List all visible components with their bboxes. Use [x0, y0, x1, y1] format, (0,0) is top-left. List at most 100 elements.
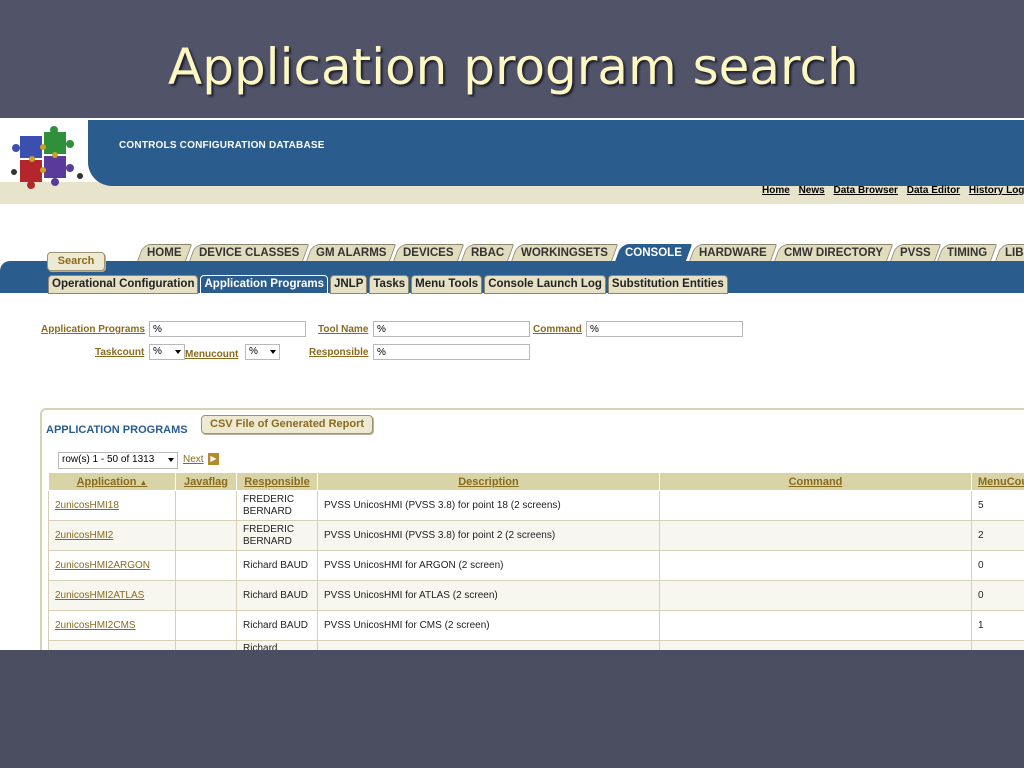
tab-pvss[interactable]: PVSS	[889, 244, 941, 262]
cell-javaflag	[175, 550, 237, 581]
cell-application[interactable]: 2unicosHMI2CMS	[48, 610, 176, 641]
cell-description: PVSS UnicosHMI for ATLAS (2 screen)	[317, 580, 660, 611]
search-button[interactable]: Search	[47, 252, 105, 271]
link-news[interactable]: News	[799, 185, 825, 196]
next-arrow-icon[interactable]: ▶	[208, 453, 219, 465]
cell-menucount: 0	[971, 550, 1024, 581]
table-row: 2unicosHMI2ARGON Richard BAUD PVSS Unico…	[48, 550, 1024, 581]
subtab-application-programs[interactable]: Application Programs	[200, 275, 328, 294]
tab-timing[interactable]: TIMING	[936, 244, 998, 262]
link-home[interactable]: Home	[762, 185, 790, 196]
subtab-substitution-entities[interactable]: Substitution Entities	[607, 275, 728, 294]
link-history-log[interactable]: History Log	[969, 185, 1024, 196]
link-data-browser[interactable]: Data Browser	[833, 185, 897, 196]
next-page-link[interactable]: Next	[183, 454, 204, 465]
tab-rbac[interactable]: RBAC	[460, 244, 515, 262]
chevron-down-icon	[168, 458, 174, 462]
menucount-label[interactable]: Menucount	[185, 349, 238, 360]
taskcount-label[interactable]: Taskcount	[95, 347, 144, 358]
cell-command	[659, 640, 972, 650]
cell-responsible: FREDERIC BERNARD	[236, 490, 318, 521]
tab-hardware[interactable]: HARDWARE	[688, 244, 777, 262]
report-title: APPLICATION PROGRAMS	[46, 424, 188, 436]
cell-responsible: FREDERIC BERNARD	[236, 520, 318, 551]
subtab-menu-tools[interactable]: Menu Tools	[411, 275, 483, 294]
cell-command	[659, 490, 972, 521]
cell-responsible: Richard BAUD	[236, 580, 318, 611]
cell-application[interactable]: 2unicosHMI2ARGON	[48, 550, 176, 581]
tab-devices[interactable]: DEVICES	[393, 244, 465, 262]
column-header-application[interactable]: Application ▲	[48, 472, 176, 491]
application-programs-input[interactable]	[149, 321, 306, 337]
command-input[interactable]	[586, 321, 743, 337]
cell-responsible: Richard	[236, 640, 318, 650]
tab-device-classes[interactable]: DEVICE CLASSES	[188, 244, 310, 262]
tab-console[interactable]: CONSOLE	[614, 244, 693, 262]
cell-menucount: 2	[971, 520, 1024, 551]
cell-command	[659, 550, 972, 581]
slide-title: Application program search	[168, 38, 859, 96]
menucount-value: %	[249, 346, 258, 357]
top-links: Home News Data Browser Data Editor Histo…	[762, 185, 1024, 196]
header-bar	[88, 120, 1024, 186]
cell-description: PVSS UnicosHMI (PVSS 3.8) for point 18 (…	[317, 490, 660, 521]
browser-screenshot: CONTROLS CONFIGURATION DATABASE Home New…	[0, 118, 1024, 650]
cell-menucount	[971, 640, 1024, 650]
tab-workingsets[interactable]: WORKINGSETS	[510, 244, 619, 262]
cell-responsible: Richard BAUD	[236, 610, 318, 641]
table-row: Richard	[48, 640, 1024, 650]
subtab-jnlp[interactable]: JNLP	[329, 275, 368, 294]
table-row: 2unicosHMI2ATLAS Richard BAUD PVSS Unico…	[48, 580, 1024, 611]
cell-javaflag	[175, 610, 237, 641]
sub-tabs: Operational Configuration Application Pr…	[48, 275, 730, 294]
cell-application[interactable]: 2unicosHMI2	[48, 520, 176, 551]
link-data-editor[interactable]: Data Editor	[907, 185, 960, 196]
puzzle-logo-icon	[11, 126, 83, 189]
responsible-label[interactable]: Responsible	[309, 347, 368, 358]
taskcount-select[interactable]: %	[149, 344, 185, 360]
sort-ascending-icon: ▲	[139, 477, 148, 487]
cell-javaflag	[175, 640, 237, 650]
column-header-menucount[interactable]: MenuCou	[971, 472, 1024, 491]
main-tabs: HOME DEVICE CLASSES GM ALARMS DEVICES RB…	[136, 244, 1024, 262]
chevron-down-icon	[175, 350, 181, 354]
subtab-operational-configuration[interactable]: Operational Configuration	[48, 275, 199, 294]
cell-application[interactable]	[48, 640, 176, 650]
column-header-description[interactable]: Description	[317, 472, 660, 491]
tab-gm-alarms[interactable]: GM ALARMS	[305, 244, 397, 262]
csv-report-button[interactable]: CSV File of Generated Report	[201, 415, 374, 434]
column-header-responsible[interactable]: Responsible	[236, 472, 318, 491]
pagination-value: row(s) 1 - 50 of 1313	[62, 454, 155, 465]
cell-command	[659, 580, 972, 611]
tab-home[interactable]: HOME	[136, 244, 192, 262]
cell-application[interactable]: 2unicosHMI2ATLAS	[48, 580, 176, 611]
cell-description	[317, 640, 660, 650]
tool-name-input[interactable]	[373, 321, 530, 337]
table-header-row: Application ▲ Javaflag Responsible Descr…	[48, 472, 1024, 491]
command-label[interactable]: Command	[533, 324, 582, 335]
tool-name-label[interactable]: Tool Name	[318, 324, 368, 335]
application-programs-label[interactable]: Application Programs	[41, 324, 145, 335]
cell-command	[659, 610, 972, 641]
subtab-console-launch-log[interactable]: Console Launch Log	[484, 275, 606, 294]
slide-bottom-band	[0, 650, 1024, 768]
column-header-javaflag[interactable]: Javaflag	[175, 472, 237, 491]
menucount-select[interactable]: %	[245, 344, 280, 360]
cell-menucount: 0	[971, 580, 1024, 611]
application-programs-table: Application ▲ Javaflag Responsible Descr…	[48, 472, 1024, 650]
cell-description: PVSS UnicosHMI for CMS (2 screen)	[317, 610, 660, 641]
column-header-command[interactable]: Command	[659, 472, 972, 491]
cell-application[interactable]: 2unicosHMI18	[48, 490, 176, 521]
table-row: 2unicosHMI18 FREDERIC BERNARD PVSS Unico…	[48, 490, 1024, 521]
cell-responsible: Richard BAUD	[236, 550, 318, 581]
cell-menucount: 1	[971, 610, 1024, 641]
cell-menucount: 5	[971, 490, 1024, 521]
cell-javaflag	[175, 520, 237, 551]
pagination-select[interactable]: row(s) 1 - 50 of 1313	[58, 452, 178, 469]
chevron-down-icon	[270, 350, 276, 354]
responsible-input[interactable]	[373, 344, 530, 360]
app-name: CONTROLS CONFIGURATION DATABASE	[119, 140, 325, 151]
subtab-tasks[interactable]: Tasks	[369, 275, 410, 294]
tab-libr[interactable]: LIBR	[994, 244, 1024, 262]
tab-cmw-directory[interactable]: CMW DIRECTORY	[773, 244, 893, 262]
